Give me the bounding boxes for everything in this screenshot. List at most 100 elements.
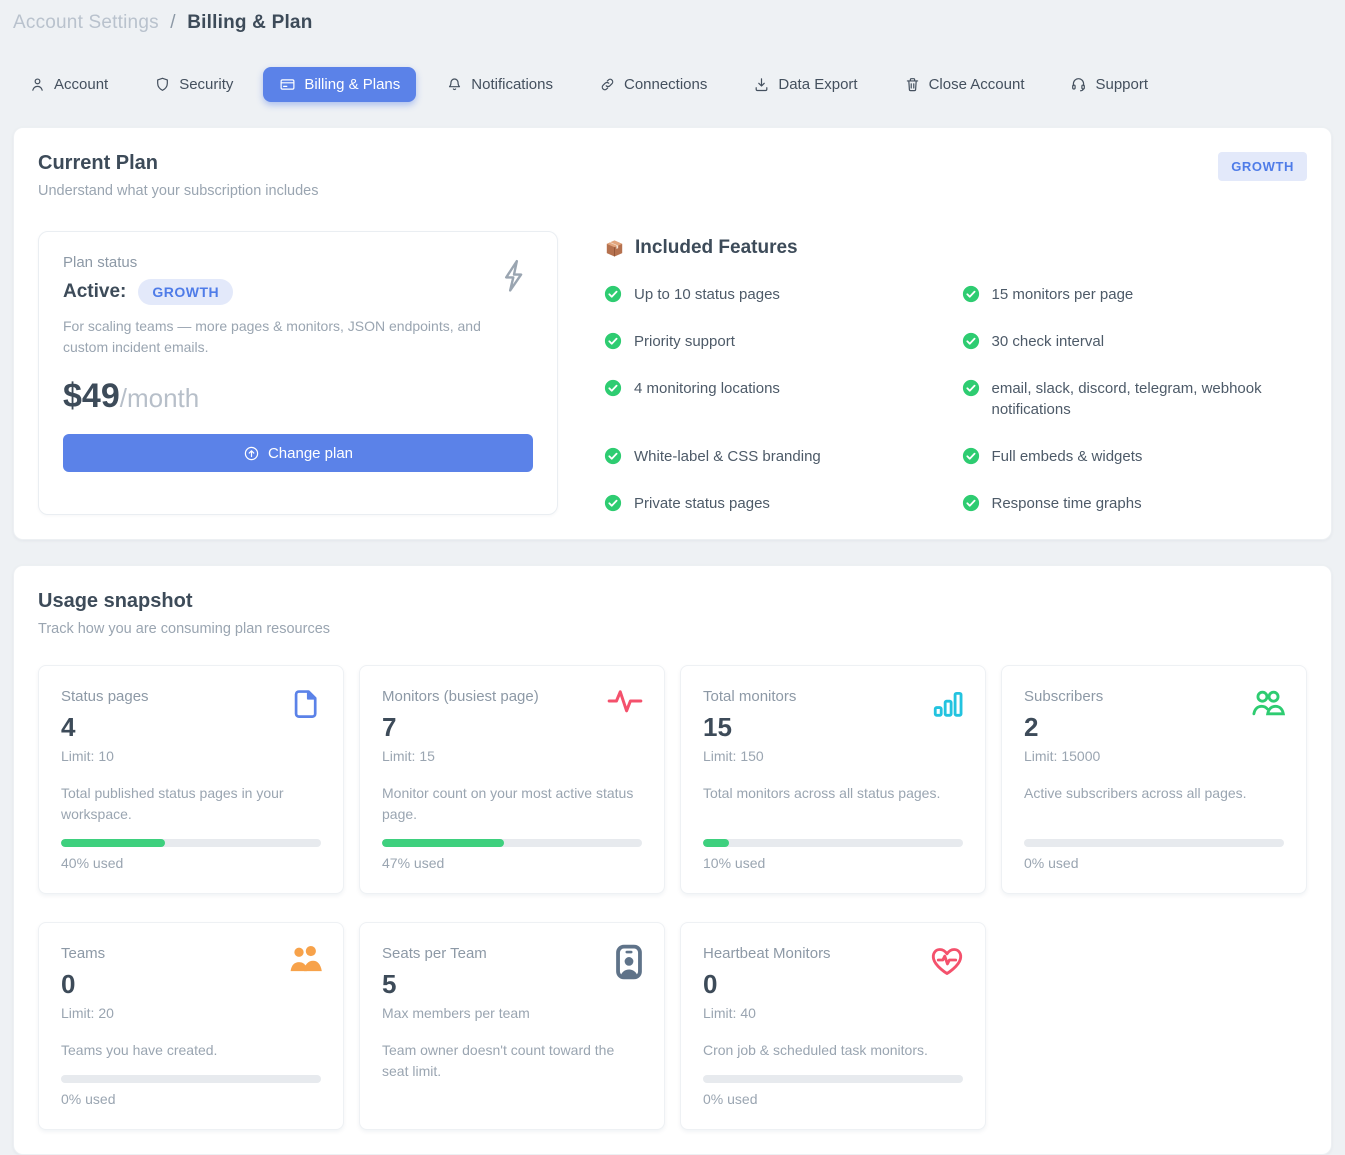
usage-value: 0	[61, 969, 321, 1000]
page-title: Billing & Plan	[187, 12, 312, 33]
feature-item: 30 check interval	[962, 331, 1308, 353]
progress-fill	[61, 839, 165, 847]
breadcrumb-separator: /	[170, 12, 175, 33]
tab-data-export[interactable]: Data Export	[737, 67, 873, 102]
usage-title: Usage snapshot	[38, 590, 1307, 613]
features-list: Up to 10 status pages 15 monitors per pa…	[604, 284, 1307, 515]
feature-item: 4 monitoring locations	[604, 378, 950, 422]
teams-icon	[287, 943, 323, 975]
usage-limit: Limit: 40	[703, 1005, 963, 1021]
price-amount: $49	[63, 377, 120, 415]
id-badge-icon	[614, 943, 644, 981]
upgrade-circle-icon	[243, 445, 260, 462]
current-plan-subtitle: Understand what your subscription includ…	[38, 183, 318, 199]
pulse-icon	[606, 686, 644, 716]
check-circle-icon	[962, 285, 980, 303]
bell-icon	[446, 76, 463, 93]
change-plan-label: Change plan	[268, 445, 353, 462]
usage-percent-label: 47% used	[382, 855, 642, 871]
subscribers-icon	[1250, 686, 1286, 720]
change-plan-button[interactable]: Change plan	[63, 434, 533, 472]
link-icon	[599, 76, 616, 93]
usage-limit: Limit: 10	[61, 748, 321, 764]
usage-progress: 10% used	[703, 825, 963, 871]
usage-percent-label: 0% used	[61, 1091, 321, 1107]
progress-track	[61, 839, 321, 847]
download-icon	[753, 76, 770, 93]
plan-tier-badge: GROWTH	[1218, 152, 1307, 181]
tab-notifications[interactable]: Notifications	[430, 67, 569, 102]
tab-label: Security	[179, 76, 233, 93]
usage-progress: 47% used	[382, 825, 642, 871]
usage-limit: Max members per team	[382, 1005, 642, 1021]
feature-item: 15 monitors per page	[962, 284, 1308, 306]
check-circle-icon	[604, 494, 622, 512]
usage-progress: 0% used	[703, 1061, 963, 1107]
usage-card-monitors-busiest: Monitors (busiest page) 7 Limit: 15 Moni…	[359, 665, 665, 894]
bar-chart-icon	[931, 686, 965, 722]
usage-limit: Limit: 20	[61, 1005, 321, 1021]
progress-track	[703, 1075, 963, 1083]
usage-card-teams: Teams 0 Limit: 20 Teams you have created…	[38, 922, 344, 1130]
feature-item: Priority support	[604, 331, 950, 353]
usage-value: 2	[1024, 712, 1284, 743]
usage-progress: 0% used	[61, 1061, 321, 1107]
progress-fill	[382, 839, 504, 847]
tab-label: Close Account	[929, 76, 1025, 93]
usage-value: 7	[382, 712, 642, 743]
usage-description: Monitor count on your most active status…	[382, 783, 642, 825]
features-title: Included Features	[635, 237, 798, 259]
tab-connections[interactable]: Connections	[583, 67, 723, 102]
breadcrumb: Account Settings / Billing & Plan	[13, 0, 1332, 34]
usage-description: Active subscribers across all pages.	[1024, 783, 1284, 804]
tab-account[interactable]: Account	[13, 67, 124, 102]
usage-description: Teams you have created.	[61, 1040, 321, 1061]
usage-card-heartbeat-monitors: Heartbeat Monitors 0 Limit: 40 Cron job …	[680, 922, 986, 1130]
usage-value: 5	[382, 969, 642, 1000]
usage-percent-label: 0% used	[703, 1091, 963, 1107]
tab-support[interactable]: Support	[1054, 67, 1164, 102]
usage-description: Cron job & scheduled task monitors.	[703, 1040, 963, 1061]
tab-billing-plans[interactable]: Billing & Plans	[263, 67, 416, 102]
feature-item: Full embeds & widgets	[962, 446, 1308, 468]
usage-percent-label: 10% used	[703, 855, 963, 871]
check-circle-icon	[604, 285, 622, 303]
usage-value: 0	[703, 969, 963, 1000]
plan-status-state: Active:	[63, 281, 126, 303]
usage-percent-label: 0% used	[1024, 855, 1284, 871]
included-features: Included Features Up to 10 status pages …	[604, 231, 1307, 515]
settings-tab-bar: Account Security Billing & Plans Notific…	[13, 67, 1332, 102]
feature-item: email, slack, discord, telegram, webhook…	[962, 378, 1308, 422]
credit-card-icon	[279, 76, 296, 93]
tab-close-account[interactable]: Close Account	[888, 67, 1041, 102]
usage-card-total-monitors: Total monitors 15 Limit: 150 Total monit…	[680, 665, 986, 894]
tab-label: Notifications	[471, 76, 553, 93]
tab-label: Support	[1095, 76, 1148, 93]
usage-card-subscribers: Subscribers 2 Limit: 15000 Active subscr…	[1001, 665, 1307, 894]
shield-icon	[154, 76, 171, 93]
tab-label: Data Export	[778, 76, 857, 93]
progress-track	[382, 839, 642, 847]
usage-percent-label: 40% used	[61, 855, 321, 871]
current-plan-title: Current Plan	[38, 152, 318, 175]
usage-value: 15	[703, 712, 963, 743]
usage-card-seats-per-team: Seats per Team 5 Max members per team Te…	[359, 922, 665, 1130]
document-icon	[289, 686, 323, 722]
feature-item: Response time graphs	[962, 493, 1308, 515]
usage-limit: Limit: 15000	[1024, 748, 1284, 764]
check-circle-icon	[962, 332, 980, 350]
tab-security[interactable]: Security	[138, 67, 249, 102]
empty-grid-cell	[1001, 922, 1002, 1130]
lightning-icon	[497, 256, 531, 296]
usage-progress: 0% used	[1024, 825, 1284, 871]
plan-status-card: Plan status Active: GROWTH For scaling t…	[38, 231, 558, 515]
check-circle-icon	[604, 332, 622, 350]
usage-grid-row-2: Teams 0 Limit: 20 Teams you have created…	[38, 922, 1307, 1130]
usage-value: 4	[61, 712, 321, 743]
tab-label: Connections	[624, 76, 707, 93]
progress-track	[703, 839, 963, 847]
check-circle-icon	[604, 379, 622, 397]
breadcrumb-section[interactable]: Account Settings	[13, 12, 159, 33]
usage-limit: Limit: 15	[382, 748, 642, 764]
heart-pulse-icon	[929, 943, 965, 977]
